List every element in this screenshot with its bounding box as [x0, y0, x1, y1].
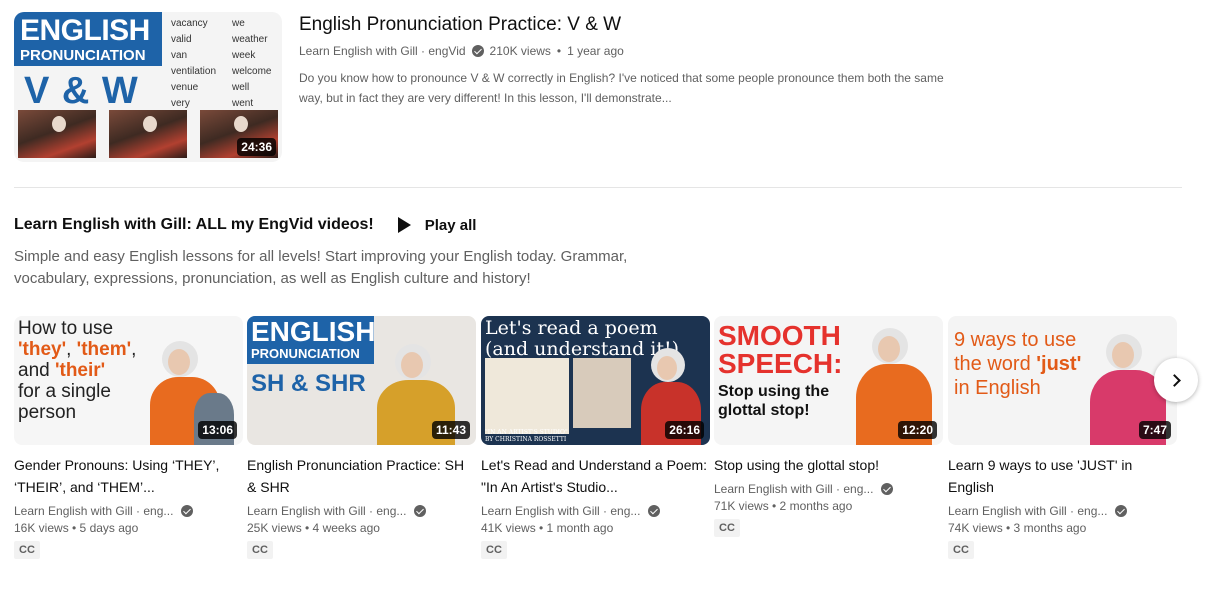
verified-icon — [648, 505, 661, 517]
view-count: 210K views — [489, 44, 551, 58]
cc-badge: CC — [481, 541, 507, 559]
video-title[interactable]: English Pronunciation Practice: V & W — [299, 12, 959, 38]
poem-page-image — [485, 358, 569, 434]
play-all-label: Play all — [424, 216, 477, 234]
channel-name[interactable]: Learn English with Gill · engVid — [299, 44, 466, 58]
view-count: 16K views • 5 days ago — [14, 521, 139, 535]
thumb-letters: V & W — [24, 70, 139, 112]
verified-icon — [471, 45, 484, 57]
thumb-words-v: vacancy valid van ventilation venue very — [171, 18, 217, 109]
channel-name[interactable]: Learn English with Gill · eng... — [714, 482, 873, 496]
video-card[interactable]: Let's read a poem (and understand it!) "… — [481, 316, 710, 559]
thumb-words-w: we weather week welcome well went — [232, 18, 272, 109]
video-shelf: How to use 'they', 'them', and 'their' f… — [14, 316, 1194, 576]
duration-badge: 26:16 — [665, 421, 704, 439]
channel-name[interactable]: Learn English with Gill · eng... — [14, 504, 173, 518]
verified-icon — [181, 505, 194, 517]
thumb-text: Let's read a poem (and understand it!) — [485, 317, 680, 360]
channel-row: Learn English with Gill · eng... — [714, 482, 943, 496]
top-video-thumbnail[interactable]: ENGLISH PRONUNCIATION V & W vacancy vali… — [14, 12, 282, 162]
cc-badge: CC — [14, 541, 40, 559]
thumb-title-small: PRONUNCIATION — [20, 47, 146, 64]
shelf-header: Learn English with Gill: ALL my EngVid v… — [14, 216, 476, 234]
video-thumbnail[interactable]: SMOOTH SPEECH: Stop using the glottal st… — [714, 316, 943, 445]
play-all-button[interactable]: Play all — [397, 216, 477, 234]
cc-badge: CC — [948, 541, 974, 559]
video-thumbnail[interactable]: How to use 'they', 'them', and 'their' f… — [14, 316, 243, 445]
duration-badge: 13:06 — [198, 421, 237, 439]
thumb-title-big: ENGLISH — [20, 14, 150, 47]
chevron-right-icon — [1168, 373, 1181, 387]
view-count: 25K views • 4 weeks ago — [247, 521, 380, 535]
shelf-title[interactable]: Learn English with Gill: ALL my EngVid v… — [14, 216, 374, 234]
duration-badge: 12:20 — [898, 421, 937, 439]
view-count: 41K views • 1 month ago — [481, 521, 614, 535]
video-title[interactable]: Let's Read and Understand a Poem: "In An… — [481, 454, 710, 498]
video-title[interactable]: Learn 9 ways to use 'JUST' in English — [948, 454, 1177, 498]
section-divider — [14, 187, 1182, 188]
shelf-next-button[interactable] — [1154, 358, 1198, 402]
video-thumbnail[interactable]: Let's read a poem (and understand it!) "… — [481, 316, 710, 445]
video-card[interactable]: How to use 'they', 'them', and 'their' f… — [14, 316, 243, 559]
channel-name[interactable]: Learn English with Gill · eng... — [481, 504, 640, 518]
video-card[interactable]: 9 ways to use the word 'just' in English… — [948, 316, 1177, 559]
video-description: Do you know how to pronounce V & W corre… — [299, 71, 944, 105]
upload-age: 1 year ago — [567, 44, 624, 58]
channel-row: Learn English with Gill · eng... — [481, 504, 710, 518]
view-count: 71K views • 2 months ago — [714, 499, 853, 513]
portrait-image — [573, 358, 631, 428]
thumb-text: SH & SHR — [251, 370, 366, 397]
top-video-item[interactable]: ENGLISH PRONUNCIATION V & W vacancy vali… — [14, 12, 1184, 162]
duration-badge: 7:47 — [1138, 421, 1171, 439]
thumb-still-2 — [109, 110, 187, 158]
verified-icon — [1115, 505, 1128, 517]
channel-row: Learn English with Gill · eng... — [247, 504, 476, 518]
cc-badge: CC — [714, 519, 740, 537]
channel-name[interactable]: Learn English with Gill · eng... — [247, 504, 406, 518]
verified-icon — [881, 483, 894, 495]
play-icon — [397, 217, 411, 233]
cc-badge: CC — [247, 541, 273, 559]
view-count: 74K views • 3 months ago — [948, 521, 1087, 535]
verified-icon — [414, 505, 427, 517]
thumb-text: SMOOTH SPEECH: — [718, 320, 843, 379]
duration-badge: 11:43 — [431, 421, 470, 439]
video-meta: Learn English with Gill · engVid 210K vi… — [299, 44, 959, 58]
video-card[interactable]: ENGLISH PRONUNCIATION SH & SHR 11:43 Eng… — [247, 316, 476, 559]
video-thumbnail[interactable]: 9 ways to use the word 'just' in English… — [948, 316, 1177, 445]
video-title[interactable]: English Pronunciation Practice: SH & SHR — [247, 454, 476, 498]
thumb-caption: "IN AN ARTIST'S STUDIO" BY CHRISTINA ROS… — [485, 429, 568, 443]
separator-dot: • — [556, 44, 562, 58]
video-title[interactable]: Gender Pronouns: Using ‘THEY’, ‘THEIR’, … — [14, 454, 243, 498]
thumb-title-box: ENGLISH PRONUNCIATION — [247, 316, 375, 364]
top-video-info: English Pronunciation Practice: V & W Le… — [299, 12, 959, 108]
thumb-title-box: ENGLISH PRONUNCIATION — [14, 12, 162, 66]
video-card[interactable]: SMOOTH SPEECH: Stop using the glottal st… — [714, 316, 943, 537]
video-thumbnail[interactable]: ENGLISH PRONUNCIATION SH & SHR 11:43 — [247, 316, 476, 445]
thumb-still-1 — [18, 110, 96, 158]
channel-row: Learn English with Gill · eng... — [948, 504, 1177, 518]
channel-row: Learn English with Gill · eng... — [14, 504, 243, 518]
thumb-text: How to use 'they', 'them', and 'their' f… — [18, 318, 137, 423]
channel-name[interactable]: Learn English with Gill · eng... — [948, 504, 1107, 518]
duration-badge: 24:36 — [237, 138, 276, 156]
thumb-text: 9 ways to use the word 'just' in English — [954, 329, 1082, 399]
thumb-subtext: Stop using the glottal stop! — [718, 383, 830, 419]
shelf-description: Simple and easy English lessons for all … — [14, 248, 628, 287]
